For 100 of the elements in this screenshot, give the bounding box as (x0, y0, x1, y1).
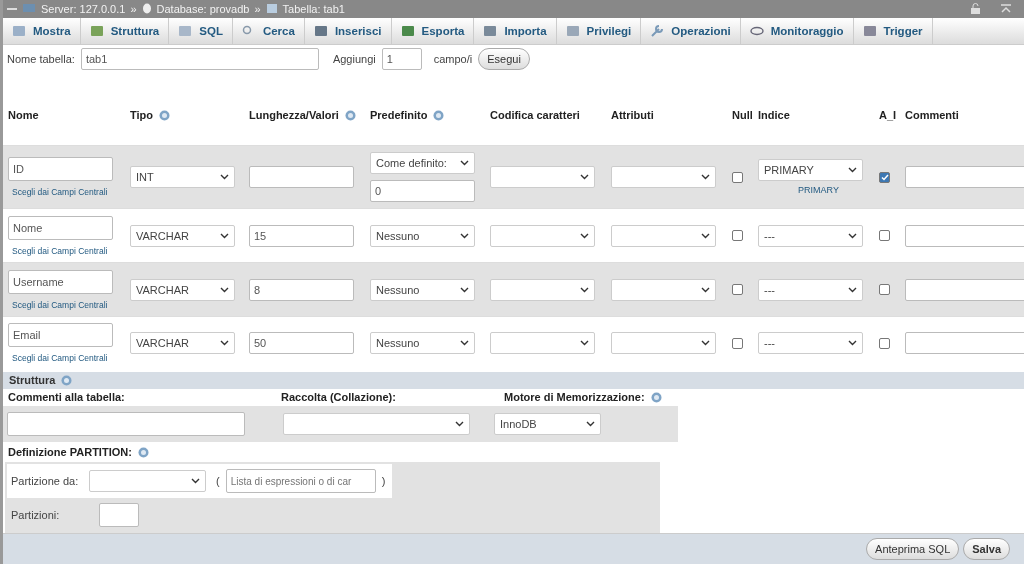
attributes-dropdown[interactable] (611, 224, 716, 247)
central-columns-link[interactable]: Scegli dai Campi Centrali (12, 299, 108, 310)
field-label: Aggiungi (332, 52, 376, 65)
caret-icon (580, 286, 589, 293)
section-title: Struttura (9, 374, 56, 387)
partition-dropdown[interactable] (89, 470, 206, 493)
comment-field[interactable] (905, 166, 1024, 189)
tab[interactable]: Mostra (3, 17, 81, 45)
collation-dropdown[interactable] (490, 278, 595, 301)
tab[interactable]: Esporta (391, 17, 475, 45)
type-dropdown[interactable]: VARCHAR (130, 278, 235, 301)
collation-dropdown[interactable] (283, 413, 470, 436)
help-icon[interactable] (650, 391, 662, 403)
tab[interactable]: Struttura (80, 17, 170, 45)
column-header: A_I (879, 109, 897, 121)
caret-icon (848, 286, 857, 293)
column-name-field[interactable]: Nome (8, 215, 113, 240)
null-checkbox[interactable] (732, 171, 743, 183)
type-dropdown[interactable]: INT (130, 166, 235, 189)
attributes-dropdown[interactable] (611, 166, 716, 189)
index-dropdown[interactable]: --- (758, 278, 863, 301)
tab[interactable]: Importa (474, 17, 557, 45)
type-dropdown[interactable]: VARCHAR (130, 332, 235, 355)
column-header: Codifica caratteri (490, 109, 580, 121)
expression-field[interactable]: Lista di espressioni o di car (225, 469, 376, 494)
column-name-field[interactable]: Email (8, 323, 113, 348)
field-label: Motore di Memorizzazione: (504, 391, 645, 404)
column-header: Predefinito (370, 109, 428, 121)
tab[interactable]: Cerca (232, 17, 305, 45)
comment-field[interactable] (905, 332, 1024, 355)
central-columns-link[interactable]: Scegli dai Campi Centrali (12, 187, 108, 198)
caret-icon (455, 421, 464, 428)
tab[interactable]: SQL (169, 17, 233, 45)
comment-field[interactable] (905, 224, 1024, 247)
caret-icon (220, 232, 229, 239)
length-field[interactable]: 50 (249, 332, 354, 355)
engine-dropdown[interactable]: InnoDB (494, 413, 601, 436)
default-dropdown[interactable]: Nessuno (370, 278, 475, 301)
caret-icon (848, 167, 857, 174)
eye-icon (749, 24, 764, 37)
default-dropdown[interactable]: Come definito: (370, 152, 475, 175)
action-button[interactable]: Anteprima SQL (866, 537, 960, 560)
help-icon[interactable] (344, 109, 356, 121)
go-button[interactable]: Esegui (478, 47, 530, 70)
auto-increment-checkbox[interactable] (879, 230, 890, 242)
help-icon[interactable] (433, 109, 445, 121)
collation-dropdown[interactable] (490, 166, 595, 189)
partition-count-field[interactable] (99, 503, 140, 528)
default-dropdown[interactable]: Nessuno (370, 224, 475, 247)
index-dropdown[interactable]: --- (758, 224, 863, 247)
column-header: Indice (758, 109, 790, 121)
caret-icon (220, 174, 229, 181)
field-label: campo/i (433, 52, 473, 65)
attributes-dropdown[interactable] (611, 278, 716, 301)
tab[interactable]: Operazioni (641, 17, 741, 45)
table-name-field[interactable]: tab1 (80, 47, 319, 70)
caret-icon (580, 232, 589, 239)
caret-icon (701, 340, 710, 347)
caret-icon (701, 232, 710, 239)
caret-icon (191, 478, 200, 485)
table-comment-field[interactable] (7, 412, 245, 437)
default-dropdown[interactable]: Nessuno (370, 332, 475, 355)
help-icon[interactable] (137, 446, 149, 458)
help-icon[interactable] (159, 109, 170, 121)
collation-dropdown[interactable] (490, 224, 595, 247)
breadcrumb-separator: » (130, 2, 137, 15)
tab[interactable]: Inserisci (304, 17, 392, 45)
field-count-field[interactable]: 1 (381, 47, 422, 70)
null-checkbox[interactable] (732, 230, 743, 242)
tab[interactable]: Privilegi (556, 17, 642, 45)
action-button[interactable]: Salva (963, 537, 1010, 560)
auto-increment-checkbox[interactable] (879, 337, 890, 349)
parenthesis: ( (216, 475, 220, 488)
auto-increment-checkbox[interactable] (879, 284, 890, 295)
null-checkbox[interactable] (732, 337, 743, 349)
length-field[interactable]: 15 (249, 224, 354, 247)
column-name-field[interactable]: ID (8, 157, 113, 182)
column-header: Commenti (905, 109, 959, 121)
column-header: Attributi (611, 109, 654, 121)
lock-icon[interactable] (970, 2, 981, 15)
tab[interactable]: Monitoraggio (740, 17, 854, 45)
central-columns-link[interactable]: Scegli dai Campi Centrali (12, 245, 108, 256)
tab[interactable]: Trigger (853, 17, 933, 45)
central-columns-link[interactable]: Scegli dai Campi Centrali (12, 353, 108, 364)
column-name-field[interactable]: Username (8, 269, 113, 294)
attributes-dropdown[interactable] (611, 332, 716, 355)
field-label: Commenti alla tabella: (8, 391, 126, 404)
type-dropdown[interactable]: VARCHAR (130, 224, 235, 247)
default-value-field[interactable]: 0 (370, 180, 475, 203)
index-dropdown[interactable]: --- (758, 332, 863, 355)
comment-field[interactable] (905, 278, 1024, 301)
index-dropdown[interactable]: PRIMARY (758, 159, 863, 182)
length-field[interactable] (249, 166, 354, 189)
caret-icon (701, 174, 710, 181)
auto-increment-checkbox[interactable] (879, 171, 890, 183)
help-icon[interactable] (61, 374, 73, 386)
length-field[interactable]: 8 (249, 278, 354, 301)
collation-dropdown[interactable] (490, 332, 595, 355)
null-checkbox[interactable] (732, 284, 743, 295)
breadcrumb-separator: » (254, 2, 261, 15)
